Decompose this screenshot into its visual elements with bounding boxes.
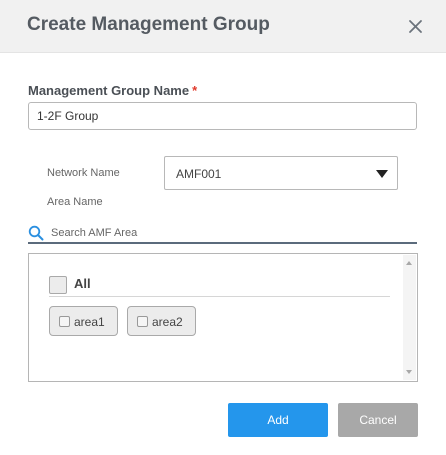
group-name-label: Management Group Name * <box>28 83 197 98</box>
cancel-button[interactable]: Cancel <box>338 403 418 437</box>
dialog-title: Create Management Group <box>27 14 270 35</box>
area-search <box>28 224 417 244</box>
group-name-input[interactable] <box>28 102 417 130</box>
network-name-label: Network Name <box>47 167 120 179</box>
list-scrollbar[interactable] <box>403 255 416 380</box>
area-name-label: Area Name <box>47 196 103 208</box>
area-search-input[interactable] <box>51 224 411 241</box>
area2-checkbox[interactable] <box>137 316 148 327</box>
area-chip-area1[interactable]: area1 <box>49 306 118 336</box>
required-marker: * <box>192 83 198 98</box>
area1-checkbox[interactable] <box>59 316 70 327</box>
select-all-row: All <box>49 276 390 297</box>
dropdown-arrow-icon <box>376 170 388 178</box>
close-icon[interactable] <box>403 14 427 38</box>
area-list-box: All area1 area2 <box>28 253 418 382</box>
area1-label: area1 <box>74 315 105 329</box>
area2-label: area2 <box>152 315 183 329</box>
scroll-down-icon[interactable] <box>406 370 412 374</box>
network-name-select[interactable]: AMF001 <box>164 156 398 190</box>
select-all-checkbox[interactable] <box>49 276 67 294</box>
group-name-label-text: Management Group Name <box>28 83 190 98</box>
dialog-header: Create Management Group <box>0 0 446 53</box>
search-icon <box>28 225 44 241</box>
network-selected-value: AMF001 <box>176 167 222 181</box>
select-all-label: All <box>74 276 91 291</box>
add-button[interactable]: Add <box>228 403 328 437</box>
scroll-up-icon[interactable] <box>406 261 412 265</box>
area-chip-area2[interactable]: area2 <box>127 306 196 336</box>
